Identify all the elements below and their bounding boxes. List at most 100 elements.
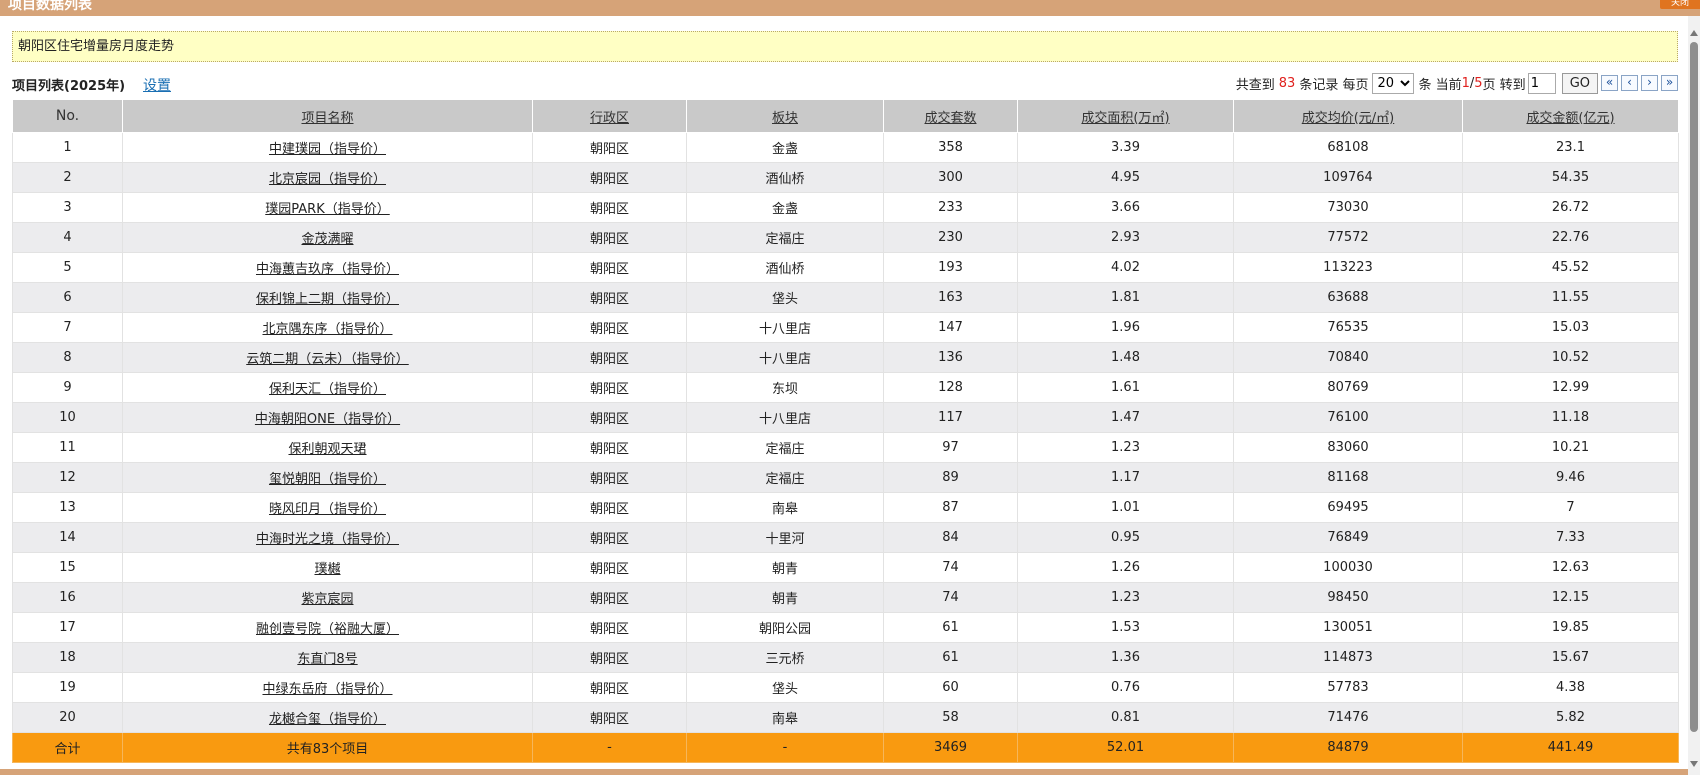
cell-avg-price: 71476 <box>1233 702 1463 733</box>
cell-amount: 26.72 <box>1462 192 1679 223</box>
cell-no: 5 <box>12 252 123 283</box>
cell-area: 酒仙桥 <box>686 252 884 283</box>
cell-district: 朝阳区 <box>532 462 687 493</box>
cell-district: 朝阳区 <box>532 492 687 523</box>
col-header-district[interactable]: 行政区 <box>532 99 687 133</box>
cell-area: 南皋 <box>686 492 884 523</box>
scroll-down-icon[interactable] <box>1690 761 1698 767</box>
scroll-up-icon[interactable] <box>1690 30 1698 36</box>
cell-project-name[interactable]: 北京宸园（指导价） <box>122 162 533 193</box>
cell-project-name[interactable]: 云筑二期（云未）（指导价） <box>122 342 533 373</box>
cell-floor-area: 1.26 <box>1017 552 1234 583</box>
cell-no: 17 <box>12 612 123 643</box>
cell-project-name[interactable]: 金茂满曜 <box>122 222 533 253</box>
cell-no: 20 <box>12 702 123 733</box>
cell-amount: 11.55 <box>1462 282 1679 313</box>
total-area: - <box>686 732 884 763</box>
cell-district: 朝阳区 <box>532 612 687 643</box>
cell-amount: 12.99 <box>1462 372 1679 403</box>
cell-project-name[interactable]: 中绿东岳府（指导价） <box>122 672 533 703</box>
cell-amount: 4.38 <box>1462 672 1679 703</box>
records-suffix: 条记录 每页 <box>1299 77 1369 93</box>
close-button[interactable]: 关闭 <box>1660 0 1700 9</box>
total-district: - <box>532 732 687 763</box>
cell-project-name[interactable]: 中海朝阳ONE（指导价） <box>122 402 533 433</box>
col-header-avg-price[interactable]: 成交均价(元/㎡) <box>1233 99 1463 133</box>
per-page-select[interactable]: 20 <box>1372 72 1415 94</box>
cell-amount: 23.1 <box>1462 132 1679 163</box>
cell-area: 十八里店 <box>686 312 884 343</box>
goto-page-input[interactable] <box>1527 72 1556 94</box>
cell-project-name[interactable]: 东直门8号 <box>122 642 533 673</box>
table-row: 8 云筑二期（云未）（指导价） 朝阳区 十八里店 136 1.48 70840 10.52 <box>12 342 1679 373</box>
cell-district: 朝阳区 <box>532 432 687 463</box>
cell-units: 97 <box>883 432 1018 463</box>
col-header-floor-area[interactable]: 成交面积(万㎡) <box>1017 99 1234 133</box>
cell-project-name[interactable]: 保利锦上二期（指导价） <box>122 282 533 313</box>
settings-link[interactable]: 设置 <box>143 75 171 95</box>
cell-project-name[interactable]: 璞园PARK（指导价） <box>122 192 533 223</box>
total-avg-price: 84879 <box>1233 732 1463 763</box>
next-page-icon[interactable]: › <box>1641 75 1658 91</box>
cell-project-name[interactable]: 晓风印月（指导价） <box>122 492 533 523</box>
cell-amount: 19.85 <box>1462 612 1679 643</box>
trend-link[interactable]: 朝阳区住宅增量房月度走势 <box>12 31 1678 62</box>
window-titlebar: 项目数据列表 <box>0 0 1700 16</box>
cell-units: 84 <box>883 522 1018 553</box>
cell-project-name[interactable]: 龙樾合玺（指导价） <box>122 702 533 733</box>
cell-project-name[interactable]: 璞樾 <box>122 552 533 583</box>
cell-no: 6 <box>12 282 123 313</box>
cell-avg-price: 73030 <box>1233 192 1463 223</box>
cell-project-name[interactable]: 保利天汇（指导价） <box>122 372 533 403</box>
col-header-area[interactable]: 板块 <box>686 99 884 133</box>
cell-floor-area: 3.66 <box>1017 192 1234 223</box>
cell-no: 10 <box>12 402 123 433</box>
cell-amount: 11.18 <box>1462 402 1679 433</box>
cell-no: 12 <box>12 462 123 493</box>
vertical-scrollbar[interactable] <box>1688 16 1700 775</box>
cell-amount: 54.35 <box>1462 162 1679 193</box>
cell-project-name[interactable]: 紫京宸园 <box>122 582 533 613</box>
last-page-icon[interactable]: » <box>1661 75 1678 91</box>
cell-area: 垡头 <box>686 672 884 703</box>
col-header-name[interactable]: 项目名称 <box>122 99 533 133</box>
cell-project-name[interactable]: 中海时光之境（指导价） <box>122 522 533 553</box>
cell-project-name[interactable]: 保利朝观天珺 <box>122 432 533 463</box>
table-row: 5 中海蕙吉玖序（指导价） 朝阳区 酒仙桥 193 4.02 113223 45.52 <box>12 252 1679 283</box>
cell-floor-area: 0.76 <box>1017 672 1234 703</box>
cell-no: 15 <box>12 552 123 583</box>
col-header-amount[interactable]: 成交金额(亿元) <box>1462 99 1679 133</box>
total-amount: 441.49 <box>1462 732 1679 763</box>
per-page-suffix: 条 当前 <box>1418 77 1462 93</box>
cell-project-name[interactable]: 融创壹号院（裕融大厦） <box>122 612 533 643</box>
list-title: 项目列表(2025年) <box>12 79 126 94</box>
cell-district: 朝阳区 <box>532 672 687 703</box>
cell-area: 酒仙桥 <box>686 162 884 193</box>
table-row: 4 金茂满曜 朝阳区 定福庄 230 2.93 77572 22.76 <box>12 222 1679 253</box>
cell-area: 南皋 <box>686 702 884 733</box>
scroll-thumb[interactable] <box>1690 42 1698 732</box>
cell-amount: 12.63 <box>1462 552 1679 583</box>
cell-area: 朝青 <box>686 552 884 583</box>
cell-district: 朝阳区 <box>532 702 687 733</box>
cell-floor-area: 3.39 <box>1017 132 1234 163</box>
first-page-icon[interactable]: « <box>1601 75 1618 91</box>
cell-units: 128 <box>883 372 1018 403</box>
col-header-units[interactable]: 成交套数 <box>883 99 1018 133</box>
cell-avg-price: 77572 <box>1233 222 1463 253</box>
cell-project-name[interactable]: 北京隅东序（指导价） <box>122 312 533 343</box>
cell-units: 61 <box>883 612 1018 643</box>
cell-amount: 10.52 <box>1462 342 1679 373</box>
cell-avg-price: 114873 <box>1233 642 1463 673</box>
cell-project-name[interactable]: 中海蕙吉玖序（指导价） <box>122 252 533 283</box>
cell-avg-price: 109764 <box>1233 162 1463 193</box>
cell-avg-price: 76100 <box>1233 402 1463 433</box>
cell-project-name[interactable]: 玺悦朝阳（指导价） <box>122 462 533 493</box>
prev-page-icon[interactable]: ‹ <box>1621 75 1638 91</box>
cell-district: 朝阳区 <box>532 222 687 253</box>
total-units: 3469 <box>883 732 1018 763</box>
cell-area: 十里河 <box>686 522 884 553</box>
cell-project-name[interactable]: 中建璞园（指导价） <box>122 132 533 163</box>
cell-units: 358 <box>883 132 1018 163</box>
go-button[interactable]: GO <box>1561 72 1598 94</box>
